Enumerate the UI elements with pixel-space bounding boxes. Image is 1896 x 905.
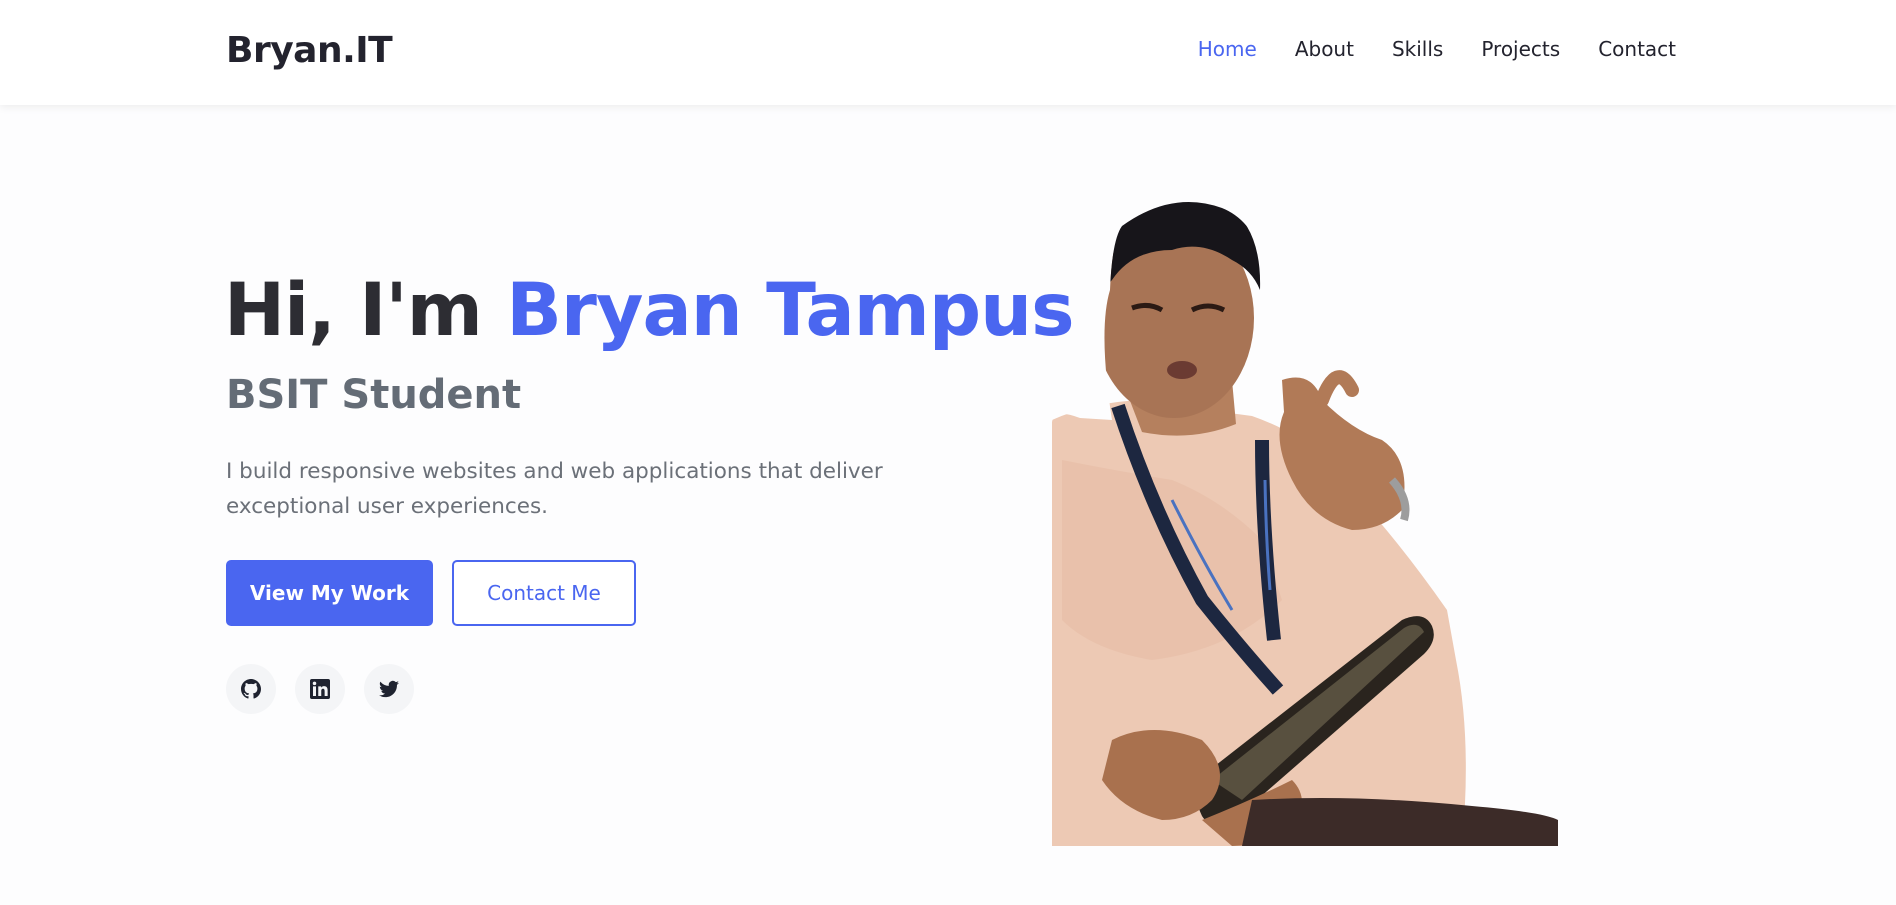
hero-subtitle: BSIT Student	[226, 372, 522, 418]
hero-greeting: Hi, I'm	[224, 268, 507, 353]
twitter-link[interactable]	[364, 664, 414, 714]
github-link[interactable]	[226, 664, 276, 714]
hero-title: Hi, I'm Bryan Tampus	[224, 268, 1075, 353]
view-my-work-button[interactable]: View My Work	[226, 560, 433, 626]
navbar: Bryan.IT Home About Skills Projects Cont…	[0, 0, 1896, 105]
nav-menu: Home About Skills Projects Contact	[1198, 37, 1676, 61]
contact-me-button[interactable]: Contact Me	[452, 560, 636, 626]
logo[interactable]: Bryan.IT	[226, 30, 393, 71]
nav-item-contact: Contact	[1598, 37, 1676, 61]
nav-link-home[interactable]: Home	[1198, 37, 1257, 61]
nav-item-skills: Skills	[1392, 37, 1443, 61]
hero-description: I build responsive websites and web appl…	[226, 459, 883, 519]
nav-link-skills[interactable]: Skills	[1392, 37, 1443, 61]
nav-item-about: About	[1295, 37, 1354, 61]
nav-item-projects: Projects	[1481, 37, 1560, 61]
nav-link-about[interactable]: About	[1295, 37, 1354, 61]
linkedin-link[interactable]	[295, 664, 345, 714]
hero-name: Bryan Tampus	[506, 268, 1074, 353]
github-icon	[241, 679, 261, 699]
linkedin-icon	[310, 679, 330, 699]
profile-photo	[1052, 180, 1558, 846]
nav-link-projects[interactable]: Projects	[1481, 37, 1560, 61]
twitter-icon	[379, 680, 399, 698]
nav-link-contact[interactable]: Contact	[1598, 37, 1676, 61]
nav-item-home: Home	[1198, 37, 1257, 61]
social-links	[226, 664, 414, 714]
